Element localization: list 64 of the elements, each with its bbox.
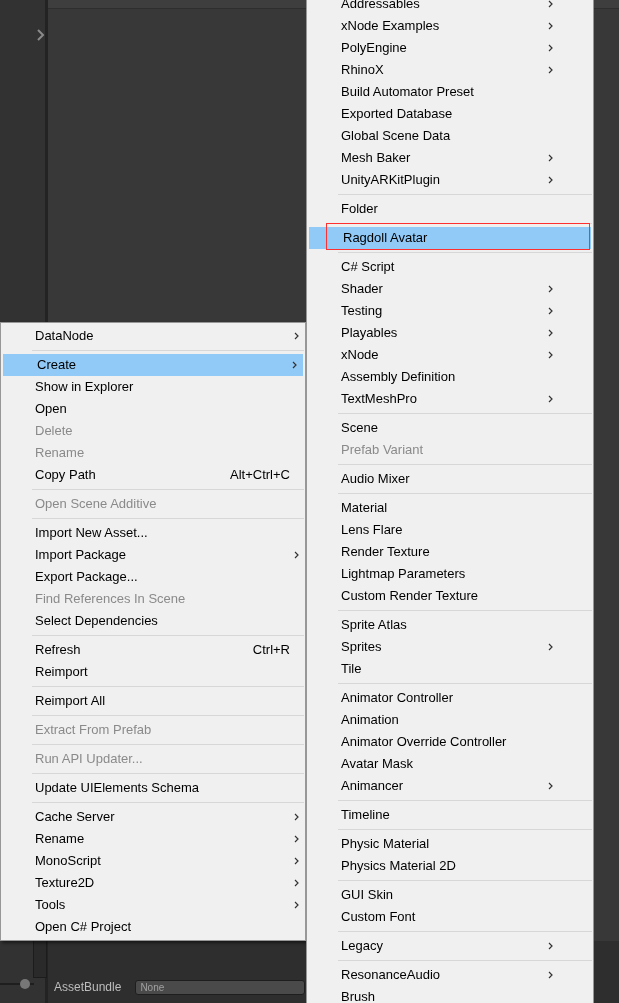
menu-item[interactable]: Timeline bbox=[307, 804, 593, 826]
menu-item[interactable]: Scene bbox=[307, 417, 593, 439]
slider-thumb[interactable] bbox=[20, 979, 31, 989]
menu-item[interactable]: Texture2D bbox=[1, 872, 305, 894]
menu-item[interactable]: Audio Mixer bbox=[307, 468, 593, 490]
menu-item[interactable]: Refresh Ctrl+R bbox=[1, 639, 305, 661]
menu-item[interactable]: Import New Asset... bbox=[1, 522, 305, 544]
menu-item[interactable]: Sprites bbox=[307, 636, 593, 658]
menu-item[interactable]: Custom Font bbox=[307, 906, 593, 928]
menu-item[interactable]: Reimport All bbox=[1, 690, 305, 712]
menu-item[interactable]: RhinoX bbox=[307, 59, 593, 81]
menu-item[interactable]: Material bbox=[307, 497, 593, 519]
menu-item[interactable]: Exported Database bbox=[307, 103, 593, 125]
menu-item[interactable]: Lens Flare bbox=[307, 519, 593, 541]
menu-item[interactable]: xNode Examples bbox=[307, 15, 593, 37]
menu-item[interactable]: Legacy bbox=[307, 935, 593, 957]
menu-item[interactable]: Testing bbox=[307, 300, 593, 322]
menu-item[interactable]: Animancer bbox=[307, 775, 593, 797]
menu-item[interactable]: Lightmap Parameters bbox=[307, 563, 593, 585]
menu-item[interactable]: Animator Override Controller bbox=[307, 731, 593, 753]
menu-item[interactable]: TextMeshPro bbox=[307, 388, 593, 410]
menu-item[interactable]: Open bbox=[1, 398, 305, 420]
menu-item[interactable]: UnityARKitPlugin bbox=[307, 169, 593, 191]
menu-item[interactable]: Copy Path Alt+Ctrl+C bbox=[1, 464, 305, 486]
menu-item[interactable]: Mesh Baker bbox=[307, 147, 593, 169]
menu-item[interactable]: Folder bbox=[307, 198, 593, 220]
menu-item[interactable]: Rename bbox=[1, 828, 305, 850]
menu-item[interactable]: Reimport bbox=[1, 661, 305, 683]
menu-item[interactable]: Physics Material 2D bbox=[307, 855, 593, 877]
menu-item[interactable]: Build Automator Preset bbox=[307, 81, 593, 103]
menu-item[interactable]: C# Script bbox=[307, 256, 593, 278]
menu-item[interactable]: Shader bbox=[307, 278, 593, 300]
chevron-right-icon[interactable] bbox=[37, 29, 45, 41]
menu-item[interactable]: Assembly Definition bbox=[307, 366, 593, 388]
asset-bundle-dropdown[interactable]: None bbox=[135, 980, 306, 995]
menu-item[interactable]: Show in Explorer bbox=[1, 376, 305, 398]
menu-item[interactable]: Render Texture bbox=[307, 541, 593, 563]
menu-item[interactable]: PolyEngine bbox=[307, 37, 593, 59]
menu-item[interactable]: ResonanceAudio bbox=[307, 964, 593, 986]
menu-item[interactable]: xNode bbox=[307, 344, 593, 366]
scrollbar[interactable] bbox=[33, 940, 47, 978]
menu-item[interactable]: Open C# Project bbox=[1, 916, 305, 938]
menu-item[interactable]: GUI Skin bbox=[307, 884, 593, 906]
menu-item[interactable]: Create bbox=[3, 354, 303, 376]
menu-item[interactable]: Playables bbox=[307, 322, 593, 344]
menu-item[interactable]: Custom Render Texture bbox=[307, 585, 593, 607]
menu-item[interactable]: Sprite Atlas bbox=[307, 614, 593, 636]
menu-item[interactable]: Brush bbox=[307, 986, 593, 1003]
menu-item[interactable]: Tools bbox=[1, 894, 305, 916]
menu-item[interactable]: Avatar Mask bbox=[307, 753, 593, 775]
menu-item[interactable]: Animation bbox=[307, 709, 593, 731]
menu-item[interactable]: MonoScript bbox=[1, 850, 305, 872]
menu-item[interactable]: Animator Controller bbox=[307, 687, 593, 709]
asset-bundle-label: AssetBundle bbox=[54, 979, 122, 995]
menu-item[interactable]: Physic Material bbox=[307, 833, 593, 855]
menu-item[interactable]: Cache Server bbox=[1, 806, 305, 828]
menu-item[interactable]: Select Dependencies bbox=[1, 610, 305, 632]
zoom-slider[interactable] bbox=[0, 978, 34, 990]
menu-item[interactable]: DataNode bbox=[1, 325, 305, 347]
menu-item[interactable]: Global Scene Data bbox=[307, 125, 593, 147]
menu-item[interactable]: Import Package bbox=[1, 544, 305, 566]
menu-item[interactable]: Update UIElements Schema bbox=[1, 777, 305, 799]
menu-item[interactable]: Export Package... bbox=[1, 566, 305, 588]
menu-item[interactable]: Tile bbox=[307, 658, 593, 680]
